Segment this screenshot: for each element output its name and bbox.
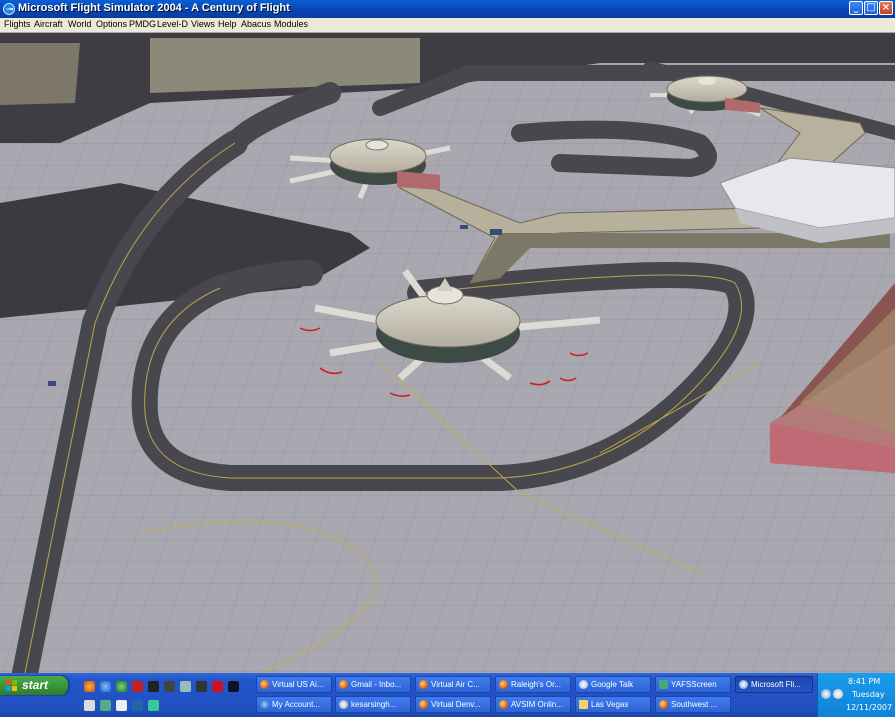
globe-icon[interactable]	[116, 681, 127, 692]
firefox-icon	[260, 680, 269, 689]
menu-views[interactable]: Views	[191, 19, 215, 29]
task-microsoft-flight[interactable]: Microsoft Fli...	[735, 676, 813, 693]
title-bar[interactable]: Microsoft Flight Simulator 2004 - A Cent…	[0, 0, 895, 18]
fsx-icon[interactable]	[212, 681, 223, 692]
menu-bar: Flights Aircraft World Options PMDG Leve…	[0, 18, 895, 33]
task-avsim-online[interactable]: AVSIM Onlin...	[495, 696, 571, 713]
ie-icon[interactable]	[100, 681, 111, 692]
app-icon[interactable]	[132, 700, 143, 711]
chat-icon	[579, 680, 588, 689]
grass-area-left	[0, 43, 80, 105]
menu-aircraft[interactable]: Aircraft	[34, 19, 63, 29]
folder-icon	[579, 700, 588, 709]
plane-icon	[739, 680, 748, 689]
chat-icon	[339, 700, 348, 709]
screenshot-icon	[659, 680, 668, 689]
flight-sim-app-icon	[3, 3, 15, 15]
start-label: start	[22, 678, 49, 692]
start-button[interactable]: start	[0, 676, 68, 695]
app-icon[interactable]	[100, 700, 111, 711]
menu-modules[interactable]: Modules	[274, 19, 308, 29]
firefox-icon	[419, 700, 428, 709]
clock-date: 12/11/2007	[846, 703, 893, 712]
maximize-button[interactable]: □	[864, 1, 878, 15]
clock-time[interactable]: 8:41 PM	[848, 677, 880, 686]
app-icon[interactable]	[148, 700, 159, 711]
firefox-icon[interactable]	[84, 681, 95, 692]
windows-logo-icon	[6, 680, 17, 691]
app-icon[interactable]	[116, 700, 127, 711]
firefox-icon	[659, 700, 668, 709]
close-button[interactable]: ×	[879, 1, 893, 15]
menu-abacus[interactable]: Abacus	[241, 19, 271, 29]
firefox-icon	[499, 680, 508, 689]
minimize-button[interactable]: _	[849, 1, 863, 15]
app-icon[interactable]	[148, 681, 159, 692]
plane-icon[interactable]	[180, 681, 191, 692]
menu-options[interactable]: Options	[96, 19, 127, 29]
menu-level-d[interactable]: Level-D	[157, 19, 188, 29]
window-title: Microsoft Flight Simulator 2004 - A Cent…	[18, 2, 290, 14]
app-icon[interactable]	[228, 681, 239, 692]
task-virtual-us-air[interactable]: Virtual US Ai...	[256, 676, 332, 693]
task-google-talk[interactable]: Google Talk	[575, 676, 651, 693]
task-raleighs[interactable]: Raleigh's Or...	[495, 676, 571, 693]
firefox-icon	[419, 680, 428, 689]
z-icon[interactable]	[132, 681, 143, 692]
menu-pmdg[interactable]: PMDG	[129, 19, 156, 29]
airport-scene	[0, 33, 895, 673]
task-my-account[interactable]: My Account...	[256, 696, 332, 713]
system-tray: 8:41 PM Tuesday 12/11/2007	[817, 673, 895, 717]
task-virtual-denv[interactable]: Virtual Denv...	[415, 696, 491, 713]
app-icon[interactable]	[84, 700, 95, 711]
task-yafsscreen[interactable]: YAFSScreen	[655, 676, 731, 693]
chat-icon[interactable]	[833, 689, 843, 699]
task-las-vegas[interactable]: Las Vegas	[575, 696, 651, 713]
task-virtual-air-c[interactable]: Virtual Air C...	[415, 676, 491, 693]
menu-world[interactable]: World	[68, 19, 91, 29]
clock-day: Tuesday	[852, 690, 885, 699]
app-icon[interactable]	[164, 681, 175, 692]
taskbar: start Virtual US Ai... Gmail - Inbo... V…	[0, 673, 895, 717]
network-icon[interactable]	[821, 689, 831, 699]
task-gmail[interactable]: Gmail - Inbo...	[335, 676, 411, 693]
firefox-icon	[339, 680, 348, 689]
simulator-viewport[interactable]	[0, 33, 895, 673]
menu-help[interactable]: Help	[218, 19, 237, 29]
app-icon[interactable]	[196, 681, 207, 692]
task-kesarsingh[interactable]: kesarsingh...	[335, 696, 411, 713]
firefox-icon	[499, 700, 508, 709]
ie-icon	[260, 700, 269, 709]
menu-flights[interactable]: Flights	[4, 19, 31, 29]
task-southwest[interactable]: Southwest ...	[655, 696, 731, 713]
